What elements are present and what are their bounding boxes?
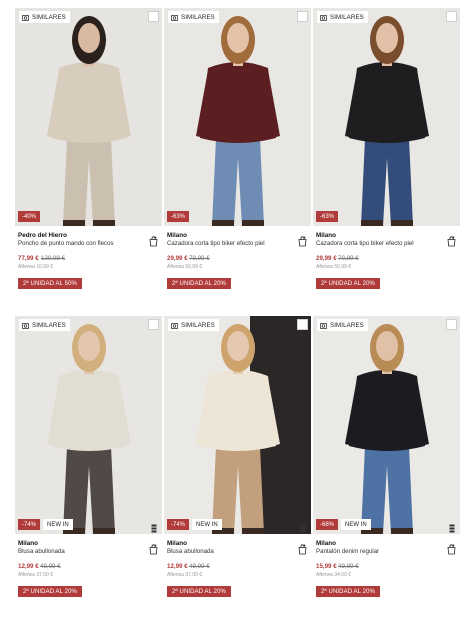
product-brand: Milano: [18, 540, 38, 547]
discount-badge: -74%: [18, 519, 41, 530]
shopping-bag-add-icon[interactable]: [447, 542, 456, 555]
model-figure-image: [15, 316, 162, 534]
afterwards-price: Afterwa 37,00 €: [18, 572, 54, 578]
product-old-price: 49,99 €: [40, 563, 61, 570]
similares-button[interactable]: SIMILARES: [19, 11, 70, 23]
similares-label: SIMILARES: [330, 321, 364, 329]
product-name[interactable]: Poncho de punto mando con flecos: [18, 240, 114, 247]
new-in-badge: NEW IN: [341, 519, 371, 530]
afterwards-price: Afterwa 10,99 €: [18, 264, 54, 270]
similares-button[interactable]: SIMILARES: [317, 319, 368, 331]
shopping-bag-add-icon[interactable]: [149, 542, 158, 555]
shopping-bag-add-icon[interactable]: [149, 234, 158, 247]
model-figure-image: [15, 8, 162, 226]
size-stack-icon: [300, 520, 306, 533]
size-stack-icon: [151, 520, 157, 533]
product-photo[interactable]: [15, 316, 162, 534]
discount-badge: -68%: [316, 519, 339, 530]
camera-search-icon: [22, 322, 29, 329]
product-brand: Milano: [316, 540, 336, 547]
product-photo[interactable]: [313, 8, 460, 226]
promo-badge: 2ª UNIDAD AL 50%: [18, 278, 82, 289]
product-photo[interactable]: [313, 316, 460, 534]
product-old-price: 49,99 €: [189, 563, 210, 570]
product-brand: Milano: [167, 540, 187, 547]
similares-button[interactable]: SIMILARES: [317, 11, 368, 23]
model-figure-image: [313, 316, 460, 534]
shopping-bag-add-icon[interactable]: [298, 542, 307, 555]
camera-search-icon: [320, 14, 327, 21]
select-checkbox[interactable]: [446, 11, 457, 22]
product-brand: Pedro del Hierro: [18, 232, 67, 239]
similares-button[interactable]: SIMILARES: [168, 11, 219, 23]
product-brand: Milano: [167, 232, 187, 239]
afterwards-price: Afterwa 37,00 €: [167, 572, 203, 578]
promo-badge: 2ª UNIDAD AL 20%: [316, 278, 380, 289]
product-old-price: 79,99 €: [338, 255, 359, 262]
model-figure-image: [313, 8, 460, 226]
product-price: 29,99 €: [167, 255, 188, 262]
similares-label: SIMILARES: [32, 321, 66, 329]
product-price: 29,99 €: [316, 255, 337, 262]
model-figure-image: [164, 316, 311, 534]
size-stack-icon: [449, 520, 455, 533]
shopping-bag-add-icon[interactable]: [298, 234, 307, 247]
product-name[interactable]: Pantalón denim regular: [316, 548, 379, 555]
camera-search-icon: [320, 322, 327, 329]
product-old-price: 49,99 €: [338, 563, 359, 570]
camera-search-icon: [22, 14, 29, 21]
discount-badge: -63%: [167, 211, 190, 222]
discount-badge: -63%: [316, 211, 339, 222]
product-price: 12,99 €: [18, 563, 39, 570]
camera-search-icon: [171, 322, 178, 329]
product-photo[interactable]: [164, 316, 311, 534]
promo-badge: 2ª UNIDAD AL 20%: [167, 586, 231, 597]
new-in-badge: NEW IN: [192, 519, 222, 530]
product-price: 77,99 €: [18, 255, 39, 262]
promo-badge: 2ª UNIDAD AL 20%: [167, 278, 231, 289]
similares-label: SIMILARES: [32, 13, 66, 21]
product-price: 12,99 €: [167, 563, 188, 570]
discount-badge: -40%: [18, 211, 41, 222]
similares-label: SIMILARES: [181, 13, 215, 21]
new-in-badge: NEW IN: [43, 519, 73, 530]
discount-badge: -74%: [167, 519, 190, 530]
product-photo[interactable]: [15, 8, 162, 226]
afterwards-price: Afterwa 50,99 €: [316, 264, 352, 270]
select-checkbox[interactable]: [446, 319, 457, 330]
product-old-price: 129,99 €: [41, 255, 66, 262]
product-old-price: 79,99 €: [189, 255, 210, 262]
product-name[interactable]: Blusa abullonada: [167, 548, 214, 555]
select-checkbox[interactable]: [297, 11, 308, 22]
product-name[interactable]: Blusa abullonada: [18, 548, 65, 555]
product-photo[interactable]: [164, 8, 311, 226]
shopping-bag-add-icon[interactable]: [447, 234, 456, 247]
product-name[interactable]: Cazadora corta tipo biker efecto piel: [167, 240, 265, 247]
select-checkbox[interactable]: [148, 11, 159, 22]
promo-badge: 2ª UNIDAD AL 20%: [18, 586, 82, 597]
product-brand: Milano: [316, 232, 336, 239]
select-checkbox[interactable]: [297, 319, 308, 330]
model-figure-image: [164, 8, 311, 226]
afterwards-price: Afterwa 50,99 €: [167, 264, 203, 270]
select-checkbox[interactable]: [148, 319, 159, 330]
product-price: 15,99 €: [316, 563, 337, 570]
product-name[interactable]: Cazadora corta tipo biker efecto piel: [316, 240, 414, 247]
similares-label: SIMILARES: [330, 13, 364, 21]
similares-button[interactable]: SIMILARES: [168, 319, 219, 331]
promo-badge: 2ª UNIDAD AL 20%: [316, 586, 380, 597]
similares-button[interactable]: SIMILARES: [19, 319, 70, 331]
camera-search-icon: [171, 14, 178, 21]
similares-label: SIMILARES: [181, 321, 215, 329]
afterwards-price: Afterwa 34,00 €: [316, 572, 352, 578]
